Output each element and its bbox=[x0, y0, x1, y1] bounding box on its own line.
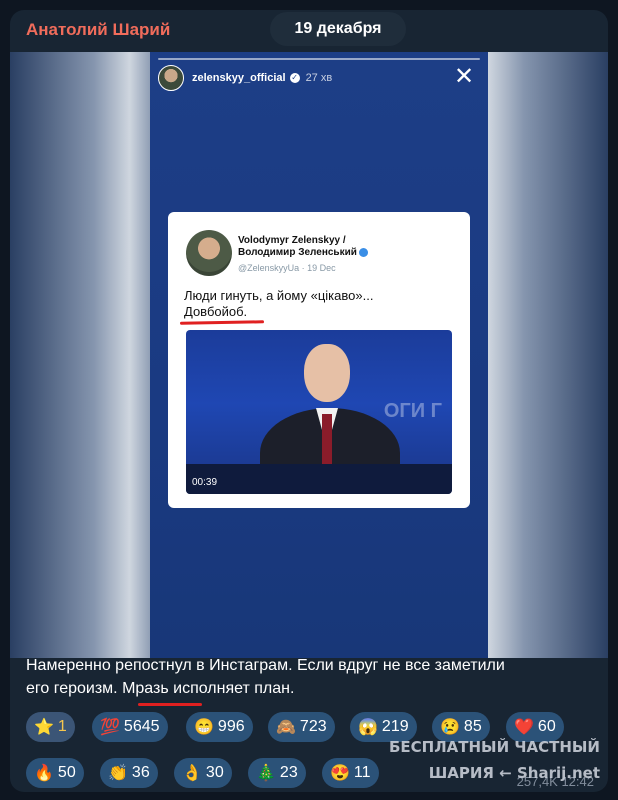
monkey-icon: 🙈 bbox=[276, 719, 296, 736]
tweet-text-line2: Довбойоб. bbox=[184, 304, 248, 319]
reaction-tree[interactable]: 🎄 23 bbox=[248, 758, 306, 788]
red-underline bbox=[138, 703, 202, 706]
tweet-avatar bbox=[186, 230, 232, 276]
reaction-count: 996 bbox=[217, 718, 245, 735]
tweet-author-name-ua: Володимир Зеленський bbox=[238, 247, 368, 258]
message-meta: 257,4K 12:42 bbox=[516, 774, 594, 789]
caption-line1: Намеренно репостнул в Инстаграм. Если вд… bbox=[26, 657, 505, 674]
story-progress-bar bbox=[158, 58, 480, 60]
reaction-count: 30 bbox=[205, 764, 224, 781]
instagram-story: zelenskyy_official ✓ 27 хв ✕ Volodymyr Z… bbox=[150, 52, 488, 658]
watermark-line1: БЕСПЛАТНЫЙ ЧАСТНЫЙ bbox=[388, 738, 600, 756]
close-icon: ✕ bbox=[453, 62, 475, 90]
reaction-count: 11 bbox=[353, 764, 371, 781]
fire-icon: 🔥 bbox=[34, 765, 54, 782]
message-bubble: Анатолий Шарий 19 декабря zelenskyy_offi… bbox=[10, 10, 608, 792]
tweet-video: ОГИ Г 00:39 bbox=[186, 330, 452, 494]
star-icon: ⭐ bbox=[34, 719, 54, 736]
author-name[interactable]: Анатолий Шарий bbox=[26, 20, 170, 40]
tweet-handle: @ZelenskyyUa · 19 Dec bbox=[238, 263, 336, 273]
reaction-count: 50 bbox=[57, 764, 76, 781]
story-header: zelenskyy_official ✓ 27 хв ✕ bbox=[158, 64, 480, 92]
story-username: zelenskyy_official bbox=[192, 72, 286, 84]
verified-icon: ✓ bbox=[289, 73, 300, 83]
tweet-author-name: Volodymyr Zelenskyy / bbox=[238, 235, 346, 246]
media-preview[interactable]: zelenskyy_official ✓ 27 хв ✕ Volodymyr Z… bbox=[10, 52, 608, 658]
red-underline bbox=[179, 320, 265, 325]
reaction-heart-eyes[interactable]: 😍 11 bbox=[322, 758, 379, 788]
person-head bbox=[304, 344, 350, 402]
caption-line2: его героизм. Мразь исполняет план. bbox=[26, 680, 295, 697]
reaction-fire[interactable]: 🔥 50 bbox=[26, 758, 84, 788]
tweet-text-line1: Люди гинуть, а йому «цікаво»... bbox=[184, 288, 374, 303]
ok-hand-icon: 👌 bbox=[182, 765, 202, 782]
video-duration: 00:39 bbox=[192, 477, 218, 488]
reaction-grin[interactable]: 😁 996 bbox=[186, 712, 253, 742]
hundred-icon: 💯 bbox=[100, 719, 120, 736]
clap-icon: 👏 bbox=[108, 765, 128, 782]
heart-eyes-icon: 😍 bbox=[330, 765, 350, 782]
christmas-tree-icon: 🎄 bbox=[256, 765, 276, 782]
video-person bbox=[186, 338, 452, 494]
reaction-ok-hand[interactable]: 👌 30 bbox=[174, 758, 232, 788]
reaction-count: 23 bbox=[279, 764, 298, 781]
reaction-count: 1 bbox=[57, 718, 67, 735]
story-avatar bbox=[158, 65, 184, 91]
verified-check-icon bbox=[358, 247, 368, 257]
reaction-count: 5645 bbox=[123, 718, 160, 735]
story-time: 27 хв bbox=[305, 72, 333, 84]
grin-icon: 😁 bbox=[194, 719, 214, 736]
desk bbox=[186, 464, 452, 494]
reaction-star[interactable]: ⭐ 1 bbox=[26, 712, 75, 742]
reaction-count: 723 bbox=[299, 718, 327, 735]
reaction-100[interactable]: 💯 5645 bbox=[92, 712, 168, 742]
tweet-card: Volodymyr Zelenskyy / Володимир Зеленськ… bbox=[168, 212, 470, 508]
reaction-count: 36 bbox=[131, 764, 150, 781]
date-badge: 19 декабря bbox=[270, 12, 406, 46]
reaction-clap[interactable]: 👏 36 bbox=[100, 758, 158, 788]
reaction-see-no-evil[interactable]: 🙈 723 bbox=[268, 712, 335, 742]
message-caption: Намеренно репостнул в Инстаграм. Если вд… bbox=[26, 654, 598, 700]
